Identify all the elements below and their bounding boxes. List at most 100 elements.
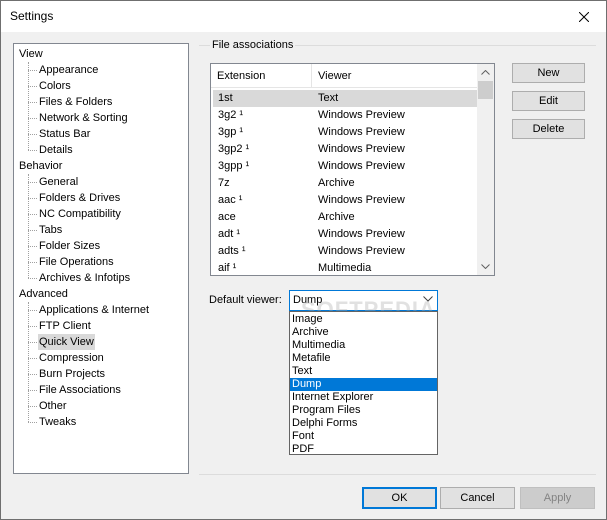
tree-item[interactable]: Other: [38, 398, 68, 414]
extension-cell: ace: [218, 211, 236, 223]
tree-connector: [28, 214, 37, 215]
tree-item[interactable]: Burn Projects: [38, 366, 106, 382]
tree-item[interactable]: Tabs: [38, 222, 63, 238]
tree-connector: [28, 246, 37, 247]
table-row[interactable]: 3gpp ¹ Windows Preview: [213, 158, 477, 175]
tree-item[interactable]: Details: [38, 142, 74, 158]
tree-item[interactable]: Appearance: [38, 62, 99, 78]
extension-cell: 7z: [218, 177, 230, 189]
tree-connector: [28, 230, 37, 231]
viewer-cell: Windows Preview: [318, 109, 405, 121]
table-row[interactable]: ace Archive: [213, 209, 477, 226]
viewer-cell: Windows Preview: [318, 126, 405, 138]
tree-item[interactable]: FTP Client: [38, 318, 92, 334]
dropdown-option[interactable]: Archive: [290, 326, 437, 339]
list-scrollbar[interactable]: [477, 64, 494, 275]
chevron-up-icon: [481, 70, 490, 75]
extension-cell: 3gpp ¹: [218, 160, 250, 172]
tree-connector: [28, 342, 37, 343]
tree-item[interactable]: Compression: [38, 350, 105, 366]
dropdown-option[interactable]: Program Files: [290, 404, 437, 417]
column-header-extension[interactable]: Extension: [211, 64, 312, 88]
table-row[interactable]: 7z Archive: [213, 175, 477, 192]
scroll-up-arrow[interactable]: [477, 64, 494, 81]
tree-connector: [28, 86, 37, 87]
extension-cell: 3g2 ¹: [218, 109, 244, 121]
ok-button[interactable]: OK: [362, 487, 437, 509]
tree-item[interactable]: Archives & Infotips: [38, 270, 131, 286]
scroll-down-arrow[interactable]: [477, 258, 494, 275]
delete-button[interactable]: Delete: [512, 119, 585, 139]
column-header-viewer[interactable]: Viewer: [312, 64, 477, 88]
table-row[interactable]: aif ¹ Multimedia: [213, 260, 477, 275]
list-header: Extension Viewer: [211, 64, 477, 88]
tree-connector: [28, 310, 37, 311]
tree-connector: [28, 174, 29, 278]
table-row[interactable]: 3gp ¹ Windows Preview: [213, 124, 477, 141]
table-row[interactable]: 3gp2 ¹ Windows Preview: [213, 141, 477, 158]
table-row[interactable]: aac ¹ Windows Preview: [213, 192, 477, 209]
table-row[interactable]: adt ¹ Windows Preview: [213, 226, 477, 243]
tree-group[interactable]: View: [19, 46, 43, 62]
default-viewer-dropdown[interactable]: Image Archive Multimedia Metafile Text Dump In…: [289, 311, 438, 455]
tree-item[interactable]: Quick View: [38, 334, 95, 350]
tree-item[interactable]: File Associations: [38, 382, 122, 398]
tree-connector: [28, 102, 37, 103]
close-button[interactable]: [561, 1, 606, 32]
tree-item[interactable]: NC Compatibility: [38, 206, 122, 222]
chevron-down-icon: [481, 264, 490, 269]
apply-button[interactable]: Apply: [520, 487, 595, 509]
extension-cell: adt ¹: [218, 228, 241, 240]
dropdown-option[interactable]: Font: [290, 430, 437, 443]
settings-tree[interactable]: View Appearance Colors Files & Folders Netwo…: [13, 43, 189, 474]
close-icon: [578, 11, 589, 22]
tree-item[interactable]: Files & Folders: [38, 94, 113, 110]
tree-item[interactable]: General: [38, 174, 79, 190]
tree-item[interactable]: Folders & Drives: [38, 190, 121, 206]
viewer-cell: Windows Preview: [318, 194, 405, 206]
tree-connector: [28, 302, 29, 422]
viewer-cell: Archive: [318, 211, 355, 223]
extension-cell: adts ¹: [218, 245, 246, 257]
tree-connector: [28, 198, 37, 199]
cancel-button[interactable]: Cancel: [440, 487, 515, 509]
dropdown-option[interactable]: PDF: [290, 443, 437, 456]
default-viewer-label: Default viewer:: [209, 294, 282, 306]
dropdown-option[interactable]: Multimedia: [290, 339, 437, 352]
tree-item[interactable]: Colors: [38, 78, 72, 94]
extension-cell: 3gp2 ¹: [218, 143, 250, 155]
settings-window: Settings View Appearance Colors Files & Fol…: [0, 0, 607, 520]
tree-item[interactable]: Folder Sizes: [38, 238, 101, 254]
extension-cell: aac ¹: [218, 194, 243, 206]
scroll-thumb[interactable]: [478, 81, 493, 99]
dropdown-option[interactable]: Text: [290, 365, 437, 378]
dropdown-option[interactable]: Image: [290, 313, 437, 326]
tree-connector: [28, 422, 37, 423]
tree-item[interactable]: Tweaks: [38, 414, 77, 430]
tree-group[interactable]: Behavior: [19, 158, 62, 174]
tree-group[interactable]: Advanced: [19, 286, 68, 302]
new-button[interactable]: New: [512, 63, 585, 83]
tree-item[interactable]: Applications & Internet: [38, 302, 150, 318]
viewer-cell: Windows Preview: [318, 160, 405, 172]
edit-button[interactable]: Edit: [512, 91, 585, 111]
viewer-cell: Archive: [318, 177, 355, 189]
table-row[interactable]: adts ¹ Windows Preview: [213, 243, 477, 260]
extension-cell: 3gp ¹: [218, 126, 244, 138]
default-viewer-select[interactable]: Dump: [289, 290, 438, 311]
viewer-cell: Windows Preview: [318, 245, 405, 257]
extension-cell: 1st: [218, 92, 233, 104]
file-associations-list[interactable]: Extension Viewer 1st Text 3g2 ¹ Windows Pre…: [210, 63, 495, 276]
dropdown-option[interactable]: Dump: [290, 378, 437, 391]
tree-connector: [28, 62, 29, 150]
dropdown-option[interactable]: Internet Explorer: [290, 391, 437, 404]
default-viewer-value: Dump: [293, 294, 323, 306]
extension-cell: aif ¹: [218, 262, 237, 274]
tree-item[interactable]: Network & Sorting: [38, 110, 129, 126]
table-row[interactable]: 1st Text: [213, 90, 477, 107]
dropdown-option[interactable]: Metafile: [290, 352, 437, 365]
dropdown-option[interactable]: Delphi Forms: [290, 417, 437, 430]
table-row[interactable]: 3g2 ¹ Windows Preview: [213, 107, 477, 124]
tree-item[interactable]: Status Bar: [38, 126, 91, 142]
tree-item[interactable]: File Operations: [38, 254, 115, 270]
